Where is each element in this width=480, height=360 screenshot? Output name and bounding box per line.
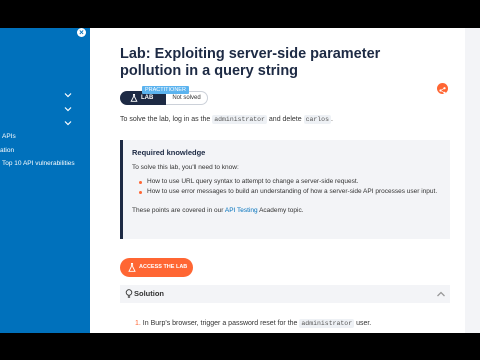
- top-letterbox: [0, 0, 480, 28]
- chevron-up-icon[interactable]: [436, 290, 446, 298]
- footnote-text: Academy topic.: [259, 207, 304, 214]
- access-lab-button[interactable]: ACCESS THE LAB: [120, 258, 193, 277]
- solution-step-1: 1. In Burp's browser, trigger a password…: [135, 319, 372, 328]
- lab-description: To solve the lab, log in as the administ…: [120, 115, 333, 124]
- flask-icon: [128, 263, 136, 272]
- sidebar-item-top10[interactable]: Top 10 API vulnerabilities: [2, 160, 75, 167]
- step-number: 1.: [135, 320, 141, 327]
- chevron-down-icon[interactable]: [64, 105, 72, 113]
- level-tag: PRACTITIONER: [142, 86, 189, 94]
- sidebar-close-button[interactable]: ×: [77, 28, 86, 37]
- required-knowledge-box: Required knowledge To solve this lab, yo…: [120, 140, 450, 239]
- page-title: Lab: Exploiting server-side parameter po…: [120, 46, 381, 79]
- intro-target-code: carlos: [303, 115, 331, 124]
- knowledge-footnote: These points are covered in our API Test…: [132, 207, 450, 214]
- flask-icon: [130, 94, 138, 102]
- chevron-down-icon[interactable]: [64, 119, 72, 127]
- intro-text: To solve the lab, log in as the: [120, 116, 211, 123]
- sidebar: × APIs ation Top 10 API vulnerabilities: [0, 28, 90, 333]
- sidebar-item-ation[interactable]: ation: [0, 147, 14, 154]
- step-code: administrator: [299, 319, 355, 328]
- solution-label: Solution: [134, 289, 164, 298]
- close-icon: ×: [79, 28, 84, 37]
- knowledge-list: How to use URL query syntax to attempt t…: [132, 177, 450, 197]
- step-text: user.: [356, 320, 372, 327]
- intro-text: .: [330, 116, 333, 123]
- list-item: How to use error messages to build an un…: [139, 187, 447, 197]
- footnote-text: These points are covered in our: [132, 207, 224, 214]
- sidebar-item-apis[interactable]: APIs: [2, 133, 16, 140]
- access-lab-label: ACCESS THE LAB: [139, 264, 188, 270]
- solution-accordion[interactable]: Solution: [120, 285, 450, 303]
- list-item: How to use URL query syntax to attempt t…: [139, 177, 447, 187]
- share-icon: [439, 87, 446, 94]
- step-text: In Burp's browser, trigger a password re…: [142, 320, 298, 327]
- intro-user-code: administrator: [212, 115, 267, 124]
- lab-content: Lab: Exploiting server-side parameter po…: [90, 28, 465, 333]
- page-background-strip: [465, 28, 480, 333]
- chevron-down-icon[interactable]: [64, 91, 72, 99]
- lightbulb-icon: [125, 289, 133, 298]
- intro-text: and delete: [268, 116, 302, 123]
- share-button[interactable]: [437, 83, 448, 94]
- knowledge-title: Required knowledge: [132, 148, 206, 157]
- knowledge-lead: To solve this lab, you'll need to know:: [132, 164, 239, 171]
- api-testing-link[interactable]: API Testing: [225, 207, 258, 214]
- bottom-letterbox: [0, 333, 480, 360]
